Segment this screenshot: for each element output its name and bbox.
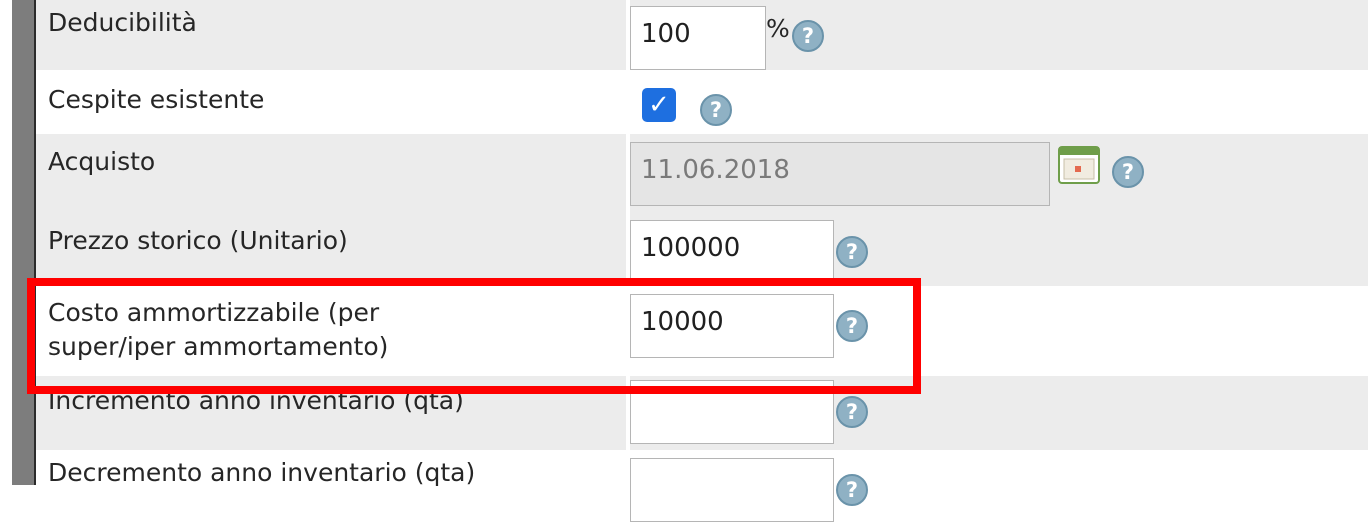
help-icon[interactable]: ?: [792, 20, 824, 52]
costo-ammortizzabile-label-line1: Costo ammortizzabile (per: [48, 298, 380, 327]
cespite-esistente-checkbox[interactable]: ✓: [642, 88, 676, 122]
calendar-icon[interactable]: [1058, 146, 1100, 184]
acquisto-label: Acquisto: [48, 147, 156, 176]
row-costo-ammortizzabile: Costo ammortizzabile (per super/iper amm…: [36, 286, 1368, 376]
row-cespite-esistente: Cespite esistente ✓ ?: [36, 70, 1368, 134]
row-deducibilita: Deducibilità 100 % ?: [36, 0, 1368, 70]
deducibilita-input[interactable]: 100: [630, 6, 766, 70]
prezzo-storico-label: Prezzo storico (Unitario): [48, 226, 348, 255]
costo-ammortizzabile-input[interactable]: 10000: [630, 294, 834, 358]
incremento-label: Incremento anno inventario (qta): [48, 386, 464, 415]
help-icon[interactable]: ?: [836, 474, 868, 506]
percent-sign: %: [766, 14, 790, 43]
cespite-esistente-label: Cespite esistente: [48, 85, 265, 114]
help-icon[interactable]: ?: [1112, 156, 1144, 188]
prezzo-storico-input[interactable]: 100000: [630, 220, 834, 284]
help-icon[interactable]: ?: [700, 94, 732, 126]
help-icon[interactable]: ?: [836, 396, 868, 428]
help-icon[interactable]: ?: [836, 236, 868, 268]
acquisto-date-field[interactable]: 11.06.2018: [630, 142, 1050, 206]
row-decremento: Decremento anno inventario (qta) ?: [36, 450, 1368, 522]
help-icon[interactable]: ?: [836, 310, 868, 342]
left-panel-bar: [12, 0, 34, 485]
row-prezzo-storico: Prezzo storico (Unitario) 100000 ?: [36, 210, 1368, 286]
costo-ammortizzabile-label-line2: super/iper ammortamento): [48, 332, 389, 361]
deducibilita-label: Deducibilità: [48, 8, 197, 37]
row-incremento: Incremento anno inventario (qta) ?: [36, 376, 1368, 450]
row-acquisto: Acquisto 11.06.2018 ?: [36, 134, 1368, 210]
incremento-input[interactable]: [630, 380, 834, 444]
decremento-input[interactable]: [630, 458, 834, 522]
